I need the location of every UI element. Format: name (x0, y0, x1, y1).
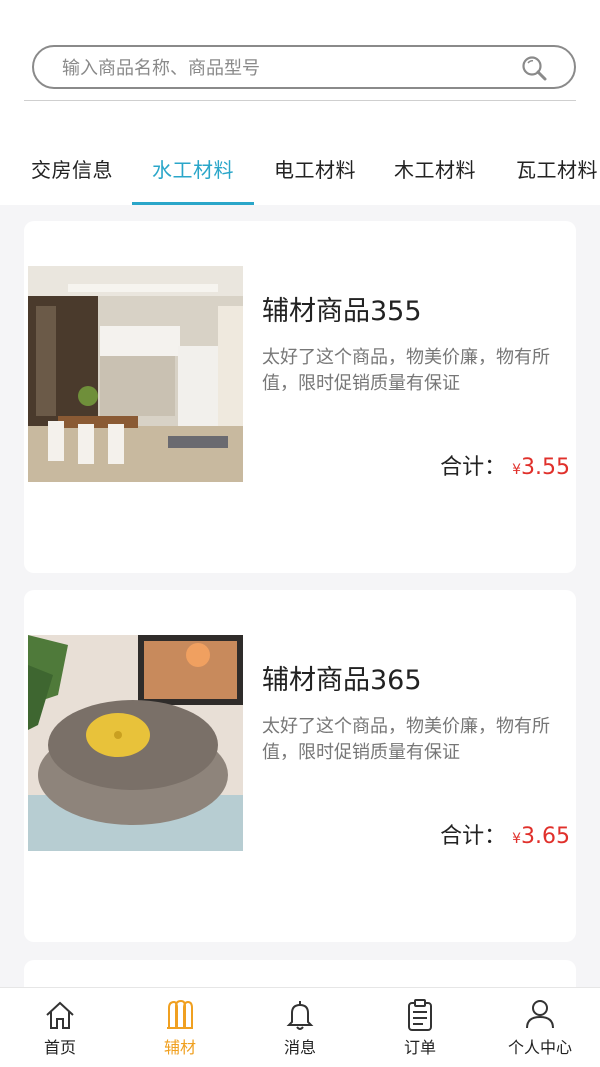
home-icon (46, 1001, 74, 1029)
user-icon (526, 1000, 554, 1029)
order-icon (408, 999, 432, 1031)
bell-icon (286, 1001, 314, 1030)
nav-materials[interactable]: 辅材 (130, 998, 230, 1062)
category-tabs: 交房信息 水工材料 电工材料 木工材料 瓦工材料 (0, 140, 600, 205)
bottom-nav: 首页 辅材 消息 订单 个人中心 (0, 987, 600, 1067)
nav-materials-label: 辅材 (163, 1038, 196, 1057)
total-label: 合计： (440, 455, 507, 480)
materials-icon (167, 999, 193, 1029)
nav-orders-label: 订单 (403, 1038, 436, 1057)
tab-plumbing-materials[interactable]: 水工材料 (152, 154, 234, 183)
tab-house-info[interactable]: 交房信息 (31, 154, 113, 183)
nav-profile[interactable]: 个人中心 (490, 998, 590, 1062)
search-bar[interactable] (32, 45, 576, 89)
search-icon[interactable] (520, 54, 548, 82)
currency-symbol: ¥ (512, 462, 522, 478)
product-price: 3.55 (521, 455, 570, 480)
product-image[interactable] (28, 635, 243, 851)
product-price: 3.65 (521, 824, 570, 849)
nav-messages-label: 消息 (283, 1038, 316, 1057)
active-tab-indicator (132, 202, 254, 205)
nav-orders[interactable]: 订单 (370, 998, 470, 1062)
nav-home[interactable]: 首页 (10, 998, 110, 1062)
tab-tiling-materials[interactable]: 瓦工材料 (516, 154, 598, 183)
nav-profile-label: 个人中心 (507, 1038, 572, 1057)
nav-messages[interactable]: 消息 (250, 998, 350, 1062)
product-name: 辅材商品355 (262, 296, 422, 327)
product-description: 太好了这个商品，物美价廉，物有所值，限时促销质量有保证 (262, 347, 550, 394)
product-total: 合计： ¥3.55 (440, 449, 570, 481)
product-card[interactable]: 辅材商品355 太好了这个商品，物美价廉，物有所值，限时促销质量有保证 合计： ¥… (24, 221, 576, 573)
product-total: 合计： ¥3.65 (440, 818, 570, 850)
currency-symbol: ¥ (512, 831, 522, 847)
product-image[interactable] (28, 266, 243, 482)
product-name: 辅材商品365 (262, 665, 422, 696)
nav-home-label: 首页 (43, 1038, 76, 1057)
product-description: 太好了这个商品，物美价廉，物有所值，限时促销质量有保证 (262, 716, 550, 763)
search-divider (24, 100, 576, 101)
total-label: 合计： (440, 824, 507, 849)
product-card[interactable]: 辅材商品365 太好了这个商品，物美价廉，物有所值，限时促销质量有保证 合计： ¥… (24, 590, 576, 942)
tab-electrical-materials[interactable]: 电工材料 (274, 154, 356, 183)
header: 交房信息 水工材料 电工材料 木工材料 瓦工材料 (0, 0, 600, 205)
tab-carpentry-materials[interactable]: 木工材料 (394, 154, 476, 183)
search-input[interactable] (62, 55, 502, 81)
